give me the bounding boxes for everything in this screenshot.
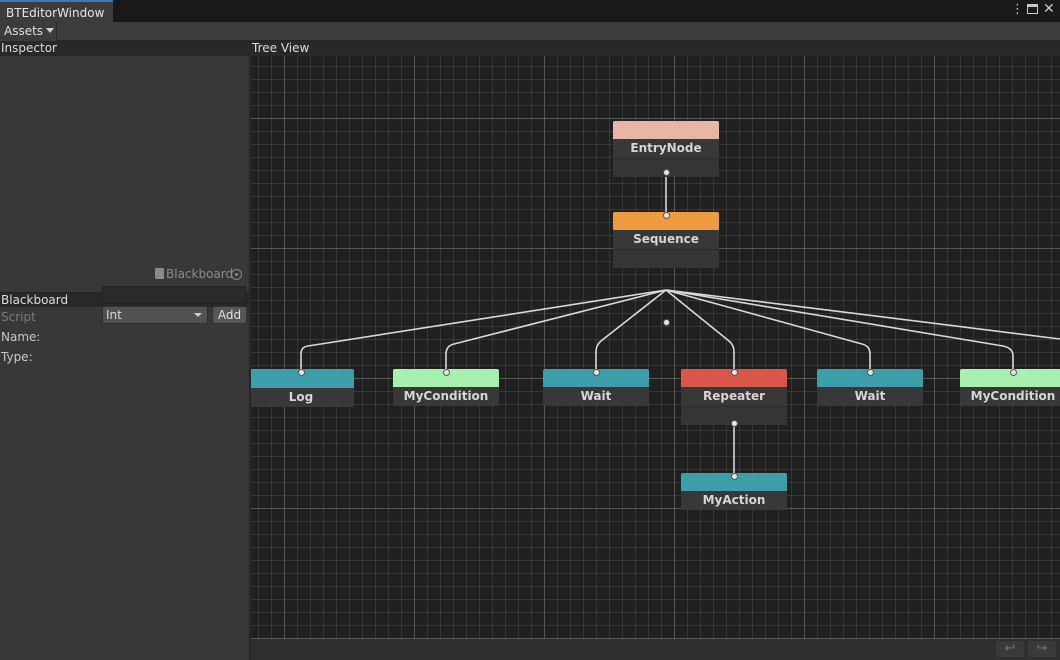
chevron-down-icon <box>194 313 202 317</box>
node-entry[interactable]: EntryNode <box>613 121 719 177</box>
output-port[interactable] <box>662 319 670 326</box>
type-label: Type: <box>1 350 33 364</box>
script-label: Script <box>1 310 36 324</box>
tab-title: BTEditorWindow <box>6 6 105 20</box>
close-icon[interactable]: ✕ <box>1043 2 1055 16</box>
edge-sequence-cond2 <box>665 289 1014 372</box>
undo-icon[interactable]: ↩ <box>996 641 1024 657</box>
left-panel: Inspector Blackboard <box>0 41 250 660</box>
input-port[interactable] <box>662 211 670 219</box>
output-port[interactable] <box>662 168 670 176</box>
kebab-menu-icon[interactable]: ⋮ <box>1011 3 1024 17</box>
edge-sequence-repeater <box>665 289 735 372</box>
input-port[interactable] <box>592 368 600 376</box>
node-sequence[interactable]: Sequence <box>613 211 719 326</box>
input-port[interactable] <box>1009 368 1017 376</box>
edge-sequence-log <box>300 289 667 372</box>
input-port[interactable] <box>730 472 738 480</box>
node-color-bar <box>613 121 719 139</box>
add-button[interactable]: Add <box>212 306 247 324</box>
edge-sequence-wait1 <box>595 289 667 372</box>
name-input[interactable] <box>102 286 246 304</box>
node-title: MyAction <box>702 493 766 507</box>
assets-label: Assets <box>4 24 44 38</box>
caret-down-icon <box>46 28 55 33</box>
node-mycondition-2[interactable]: MyCondition <box>960 368 1060 406</box>
maximize-icon[interactable] <box>1027 4 1038 14</box>
output-zone <box>613 249 719 268</box>
assets-menu-button[interactable]: Assets <box>0 22 57 41</box>
toolbar: Assets <box>0 22 1060 41</box>
node-title: Sequence <box>633 232 699 246</box>
tree-view-header: Tree View <box>251 41 1060 56</box>
tree-view-canvas[interactable]: EntryNode Sequence Log MyCondition Wait … <box>251 56 1060 639</box>
node-title: EntryNode <box>630 141 702 155</box>
edge-sequence-offscreen <box>665 289 1060 340</box>
node-mycondition-1[interactable]: MyCondition <box>393 368 499 406</box>
node-wait-1[interactable]: Wait <box>543 368 649 406</box>
node-title: MyCondition <box>970 389 1056 403</box>
node-title: MyCondition <box>403 389 489 403</box>
tab-bteditorwindow[interactable]: BTEditorWindow <box>0 0 113 22</box>
redo-icon[interactable]: ↪ <box>1028 641 1056 657</box>
node-title: Log <box>288 390 314 404</box>
script-value: Blackboard <box>166 267 234 281</box>
node-repeater[interactable]: Repeater <box>681 368 787 427</box>
script-icon <box>155 268 164 279</box>
bottom-bar <box>251 639 1060 660</box>
input-port[interactable] <box>297 368 305 376</box>
input-port[interactable] <box>866 368 874 376</box>
output-port[interactable] <box>730 419 738 427</box>
name-label: Name: <box>1 330 41 344</box>
node-title: Wait <box>854 389 886 403</box>
type-value: Int <box>106 308 122 322</box>
node-title: Wait <box>580 389 612 403</box>
window-tab-bar: BTEditorWindow ⋮ ✕ <box>0 0 1060 22</box>
node-title: Repeater <box>703 389 765 403</box>
input-port[interactable] <box>442 368 450 376</box>
node-wait-2[interactable]: Wait <box>817 368 923 406</box>
edge-sequence-cond1 <box>445 289 667 372</box>
type-dropdown[interactable]: Int <box>102 306 208 324</box>
object-picker-icon[interactable] <box>231 269 242 280</box>
input-port[interactable] <box>730 368 738 376</box>
inspector-header: Inspector <box>0 41 250 56</box>
node-log[interactable]: Log <box>251 368 354 407</box>
node-myaction[interactable]: MyAction <box>681 472 787 510</box>
